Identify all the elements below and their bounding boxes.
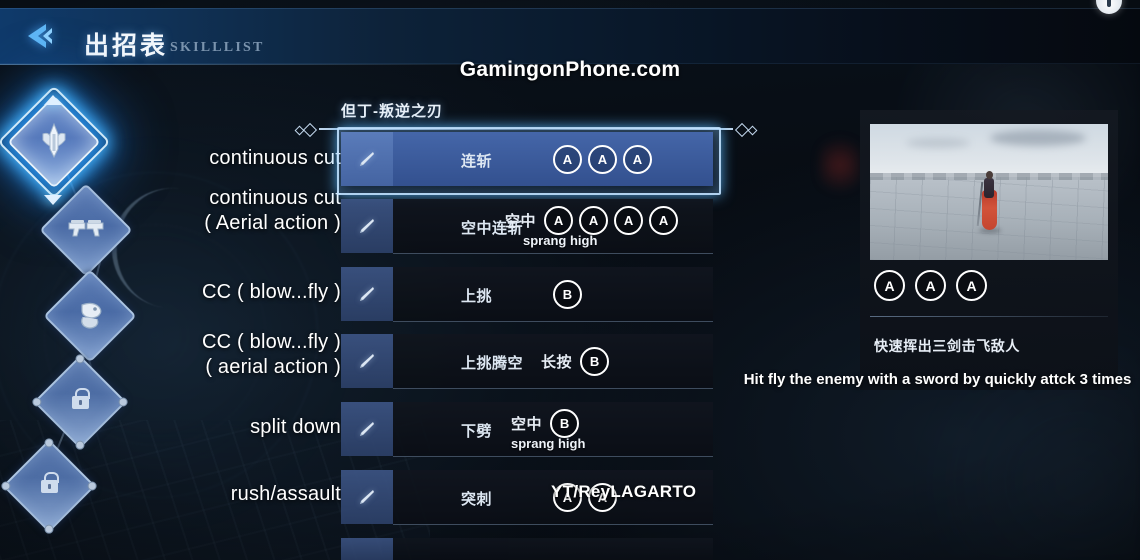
skill-row-body bbox=[393, 538, 713, 560]
input-note: sprang high bbox=[523, 233, 598, 248]
input-key: A bbox=[553, 144, 582, 174]
input-key: B bbox=[550, 408, 580, 438]
back-chevron-icon[interactable] bbox=[16, 18, 62, 54]
annotation-label: continuous cut bbox=[209, 146, 341, 171]
input-key: A bbox=[956, 270, 987, 301]
small-sword-icon bbox=[360, 490, 374, 504]
annotation-line: rush/assault bbox=[230, 483, 341, 505]
input-key: A bbox=[915, 270, 946, 301]
skill-list-screen: 出招表 SKILLLIST GamingonPhone.com 但丁-叛逆之刃 … bbox=[0, 0, 1140, 560]
annotation-label: CC ( blow...fly ) ( aerial action ) bbox=[202, 330, 341, 380]
annotation-line: split down bbox=[250, 416, 341, 438]
input-key: A bbox=[623, 144, 652, 174]
skill-type-icon-cell bbox=[341, 334, 393, 388]
skill-description-en: Hit fly the enemy with a sword by quickl… bbox=[743, 371, 1132, 388]
skill-inputs: 长按 B bbox=[541, 334, 610, 388]
page-title-en: SKILLLIST bbox=[170, 40, 265, 55]
input-key: A bbox=[649, 205, 679, 235]
small-sword-icon bbox=[360, 354, 374, 368]
skill-type-icon-cell bbox=[341, 132, 393, 186]
input-note: sprang high bbox=[511, 436, 586, 451]
input-key: A bbox=[614, 205, 644, 235]
site-watermark: GamingonPhone.com bbox=[459, 58, 681, 81]
small-sword-icon bbox=[360, 422, 374, 436]
annotation-overlay: continuous cut continuous cut ( Aerial a… bbox=[0, 132, 341, 560]
skill-name: 上挑腾空 bbox=[461, 355, 524, 372]
skill-name: 上挑 bbox=[461, 288, 493, 305]
skill-row-body: 空中连斩 空中 A A A A sprang high bbox=[393, 199, 713, 254]
annotation-label: rush/assault bbox=[231, 482, 341, 507]
skill-type-icon-cell bbox=[341, 470, 393, 524]
skill-row-body: 突刺 A A YT/ReyLAGARTO bbox=[393, 470, 713, 525]
skill-name: 下劈 bbox=[461, 423, 493, 440]
input-key: B bbox=[580, 346, 610, 376]
input-key: B bbox=[553, 279, 582, 309]
skill-name: 连斩 bbox=[461, 153, 493, 170]
small-sword-icon bbox=[360, 287, 374, 301]
preview-cloud bbox=[990, 130, 1086, 146]
input-key: A bbox=[874, 270, 905, 301]
input-prefix: 空中 bbox=[511, 415, 543, 433]
skill-row-kongzhong-lianzhan[interactable]: 空中连斩 空中 A A A A sprang high bbox=[341, 199, 713, 254]
skill-row-shangtiao-tengkong[interactable]: 上挑腾空 长按 B bbox=[341, 334, 713, 389]
section-title: 但丁-叛逆之刃 bbox=[341, 103, 443, 120]
annotation-line: CC ( blow...fly ) bbox=[202, 281, 341, 303]
skill-inputs: A A A bbox=[553, 132, 652, 186]
skill-detail-panel: A A A 快速挥出三剑击飞敌人 bbox=[860, 110, 1118, 390]
skill-row-xiapi[interactable]: 下劈 空中 B sprang high bbox=[341, 402, 713, 457]
annotation-label: split down bbox=[250, 415, 341, 440]
page-title-cn: 出招表 bbox=[84, 32, 169, 60]
annotation-label: continuous cut ( Aerial action ) bbox=[204, 186, 341, 236]
preview-character bbox=[976, 170, 1001, 233]
input-key: A bbox=[579, 205, 609, 235]
skill-row-shangtiao[interactable]: 上挑 B bbox=[341, 267, 713, 322]
selected-chevron-top-icon bbox=[44, 95, 62, 105]
skill-type-icon-cell bbox=[341, 402, 393, 456]
header-bar: 出招表 SKILLLIST bbox=[0, 8, 1140, 65]
skill-row-body: 连斩 A A A bbox=[393, 132, 713, 186]
skill-inputs: B bbox=[553, 267, 582, 321]
small-sword-icon bbox=[360, 219, 374, 233]
input-prefix: 长按 bbox=[541, 353, 573, 371]
divider-diamond-icon bbox=[747, 125, 758, 135]
small-sword-icon bbox=[360, 152, 374, 166]
skill-list: 连斩 A A A 空中 连斩 空中 A A A A sprang high 上挑 … bbox=[337, 127, 721, 560]
annotation-line: continuous cut bbox=[209, 187, 341, 209]
skill-video-preview[interactable] bbox=[870, 124, 1108, 260]
skill-row-body: 下劈 空中 B sprang high bbox=[393, 402, 713, 457]
annotation-line: continuous cut bbox=[209, 147, 341, 169]
input-key: A bbox=[544, 205, 574, 235]
skill-row-lianzhan[interactable]: 连斩 A A A bbox=[337, 127, 721, 195]
skill-row-body: 上挑腾空 长按 B bbox=[393, 334, 713, 389]
preview-cloud bbox=[906, 138, 970, 148]
skill-row-partial[interactable] bbox=[341, 538, 713, 560]
skill-row-tuci[interactable]: 突刺 A A YT/ReyLAGARTO bbox=[341, 470, 713, 525]
input-key: A bbox=[588, 144, 617, 174]
input-prefix: 空中 bbox=[505, 212, 537, 230]
detail-separator bbox=[870, 316, 1108, 317]
annotation-label: CC ( blow...fly ) bbox=[202, 280, 341, 305]
annotation-line: ( Aerial action ) bbox=[204, 212, 341, 234]
skill-description-cn: 快速挥出三剑击飞敌人 bbox=[874, 338, 1020, 354]
channel-watermark: YT/ReyLAGARTO bbox=[551, 482, 697, 501]
skill-row-body: 上挑 B bbox=[393, 267, 713, 322]
skill-name: 突刺 bbox=[461, 491, 493, 508]
skill-type-icon-cell bbox=[341, 267, 393, 321]
annotation-line: ( aerial action ) bbox=[205, 356, 341, 378]
detail-input-keys: A A A bbox=[874, 270, 987, 301]
skill-type-icon-cell bbox=[341, 199, 393, 253]
skill-type-icon-cell bbox=[341, 538, 393, 560]
annotation-line: CC ( blow...fly ) bbox=[202, 331, 341, 353]
